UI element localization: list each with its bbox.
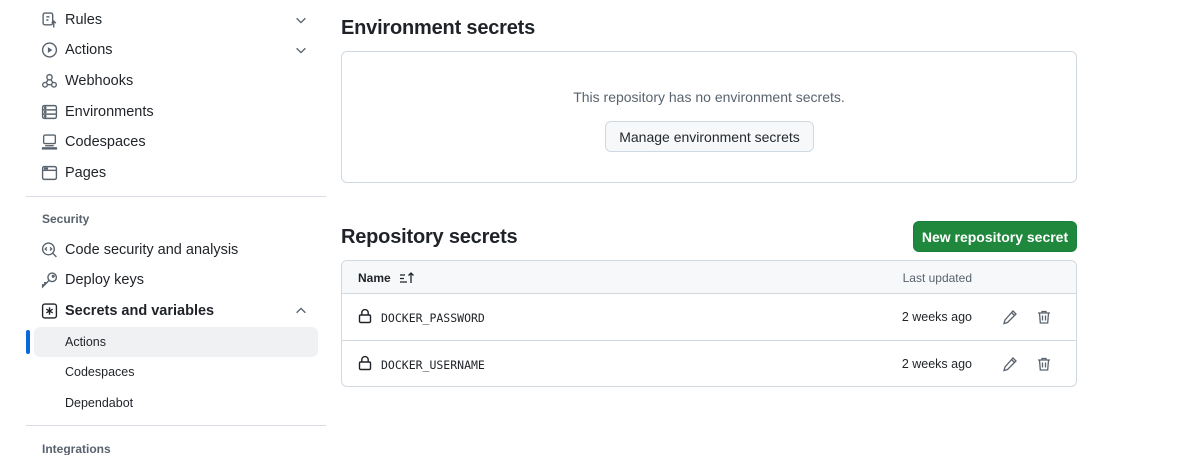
sidebar-item-label: Code security and analysis xyxy=(65,242,239,258)
sidebar-item-label: Pages xyxy=(65,165,107,181)
last-updated-column-header: Last updated xyxy=(902,271,972,285)
sidebar-section-integrations: Integrations xyxy=(42,442,111,455)
sidebar-item-label: Environments xyxy=(65,104,154,120)
sidebar-item-environments[interactable]: Environments xyxy=(26,97,318,127)
new-repository-secret-button[interactable]: New repository secret xyxy=(913,221,1077,252)
sidebar-subitem-label: Actions xyxy=(65,335,106,349)
sidebar-item-secrets-and-variables[interactable]: Secrets and variables xyxy=(26,296,318,326)
sidebar-item-deploy-keys[interactable]: Deploy keys xyxy=(26,265,318,295)
pencil-icon[interactable] xyxy=(1002,356,1018,372)
play-icon xyxy=(41,42,58,59)
trash-icon[interactable] xyxy=(1036,309,1052,325)
sidebar-item-rules[interactable]: Rules xyxy=(26,5,318,35)
sidebar-item-actions[interactable]: Actions xyxy=(26,35,318,65)
trash-icon[interactable] xyxy=(1036,356,1052,372)
sidebar-item-webhooks[interactable]: Webhooks xyxy=(26,66,318,96)
lock-icon xyxy=(358,355,372,371)
sidebar-item-label: Rules xyxy=(65,12,103,28)
asterisk-icon xyxy=(41,303,58,320)
environment-secrets-box: This repository has no environment secre… xyxy=(341,51,1077,183)
sidebar-item-label: Codespaces xyxy=(65,134,146,150)
name-column-header[interactable]: Name xyxy=(358,271,415,285)
sidebar-section-security: Security xyxy=(42,212,90,226)
sidebar-item-code-security[interactable]: Code security and analysis xyxy=(26,235,318,265)
chevron-down-icon xyxy=(296,47,306,54)
codespaces-icon xyxy=(41,134,58,151)
chevron-down-icon xyxy=(296,17,306,24)
sidebar-divider xyxy=(26,196,326,197)
webhook-icon xyxy=(41,73,58,90)
pencil-icon[interactable] xyxy=(1002,309,1018,325)
chevron-up-icon xyxy=(296,307,306,314)
sidebar-item-label: Secrets and variables xyxy=(65,303,215,319)
sidebar-item-label: Actions xyxy=(65,42,113,58)
sidebar-item-codespaces[interactable]: Codespaces xyxy=(26,127,318,157)
sidebar-subitem-actions[interactable]: Actions xyxy=(34,327,318,357)
browser-icon xyxy=(41,165,58,182)
repository-secrets-heading: Repository secrets xyxy=(341,226,518,248)
key-icon xyxy=(41,272,58,289)
rules-icon xyxy=(41,12,58,29)
sidebar-item-pages[interactable]: Pages xyxy=(26,158,318,188)
empty-state-message: This repository has no environment secre… xyxy=(573,89,845,105)
manage-environment-secrets-button[interactable]: Manage environment secrets xyxy=(605,121,814,152)
active-indicator xyxy=(26,330,30,354)
table-row: DOCKER_PASSWORD 2 weeks ago xyxy=(342,294,1076,341)
table-row: DOCKER_USERNAME 2 weeks ago xyxy=(342,341,1076,388)
sort-icon xyxy=(399,272,414,283)
sidebar-subitem-dependabot[interactable]: Dependabot xyxy=(34,388,318,418)
repository-secrets-table: Name Last updated DOCKER_PASSWORD 2 week… xyxy=(341,260,1077,387)
secret-updated: 2 weeks ago xyxy=(901,357,972,371)
table-header: Name Last updated xyxy=(342,261,1076,294)
sidebar-subitem-label: Dependabot xyxy=(65,396,134,410)
sidebar-subitem-label: Codespaces xyxy=(65,365,135,379)
secret-name: DOCKER_PASSWORD xyxy=(381,311,485,325)
secret-updated: 2 weeks ago xyxy=(901,310,972,324)
codescan-icon xyxy=(41,242,58,259)
sidebar-item-label: Webhooks xyxy=(65,73,134,89)
settings-sidebar: Rules Actions Webhooks Environments Code… xyxy=(26,0,326,455)
server-icon xyxy=(41,104,58,121)
name-column-label: Name xyxy=(358,271,391,285)
secret-name: DOCKER_USERNAME xyxy=(381,358,485,372)
lock-icon xyxy=(358,308,372,324)
sidebar-subitem-codespaces[interactable]: Codespaces xyxy=(34,357,318,387)
sidebar-item-label: Deploy keys xyxy=(65,272,144,288)
sidebar-divider xyxy=(26,425,326,426)
environment-secrets-heading: Environment secrets xyxy=(341,17,536,39)
